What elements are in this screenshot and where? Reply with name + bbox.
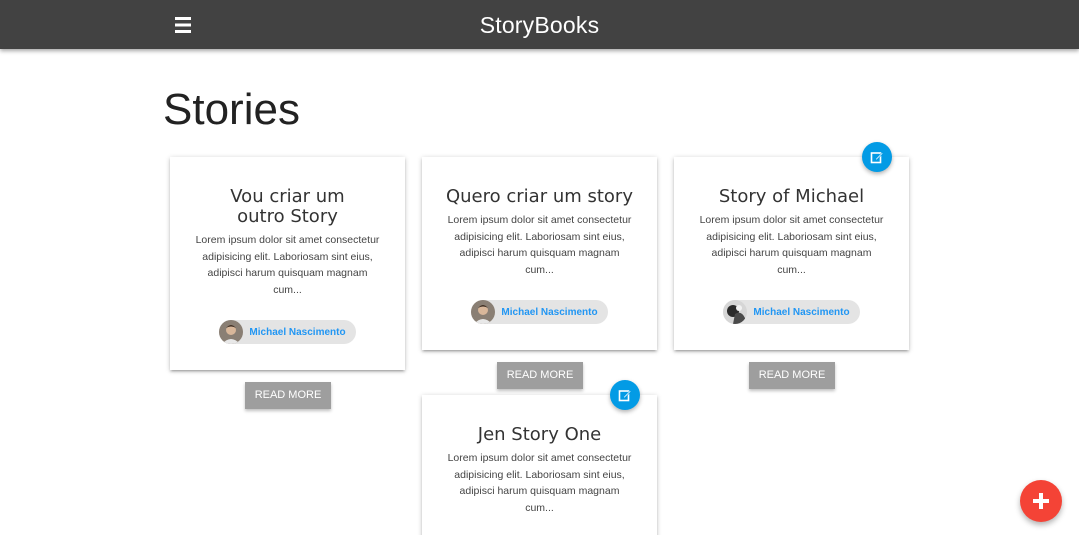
add-story-button[interactable] <box>1020 480 1062 522</box>
story-title: Jen Story One <box>477 424 602 445</box>
story-card: Story of Michael Lorem ipsum dolor sit a… <box>674 157 909 350</box>
author-avatar <box>471 300 496 324</box>
page-title: Stories <box>163 85 300 134</box>
author-name: Michael Nascimento <box>753 306 850 318</box>
story-excerpt: Lorem ipsum dolor sit amet consectetur a… <box>447 452 632 514</box>
brand-logo[interactable]: StoryBooks <box>0 12 1079 38</box>
author-name: Michael Nascimento <box>249 326 346 338</box>
author-chip[interactable]: Michael Nascimento <box>723 300 860 324</box>
story-excerpt: Lorem ipsum dolor sit amet consectetur a… <box>699 214 884 276</box>
author-chip[interactable]: Michael Nascimento <box>471 300 608 324</box>
add-plus-icon <box>1033 493 1049 509</box>
edit-story-button[interactable] <box>862 142 892 172</box>
edit-pencil-icon <box>870 152 884 164</box>
story-title: Story of Michael <box>718 186 865 207</box>
story-excerpt: Lorem ipsum dolor sit amet consectetur a… <box>195 234 380 296</box>
story-title: Quero criar um story <box>445 186 633 207</box>
edit-story-button[interactable] <box>610 380 640 410</box>
author-avatar <box>219 320 244 344</box>
author-avatar <box>723 300 748 324</box>
story-card: Vou criar um outro Story Lorem ipsum dol… <box>170 157 405 370</box>
top-navbar: StoryBooks <box>0 0 1079 49</box>
author-name: Michael Nascimento <box>501 306 598 318</box>
author-chip[interactable]: Michael Nascimento <box>219 320 356 344</box>
story-card: Jen Story One Lorem ipsum dolor sit amet… <box>422 395 657 535</box>
story-excerpt: Lorem ipsum dolor sit amet consectetur a… <box>447 214 632 276</box>
read-more-button[interactable]: READ MORE <box>497 362 583 389</box>
story-card: Quero criar um story Lorem ipsum dolor s… <box>422 157 657 350</box>
read-more-button[interactable]: READ MORE <box>245 382 331 409</box>
story-title: Vou criar um outro Story <box>230 186 345 227</box>
read-more-button[interactable]: READ MORE <box>749 362 835 389</box>
edit-pencil-icon <box>618 390 632 402</box>
